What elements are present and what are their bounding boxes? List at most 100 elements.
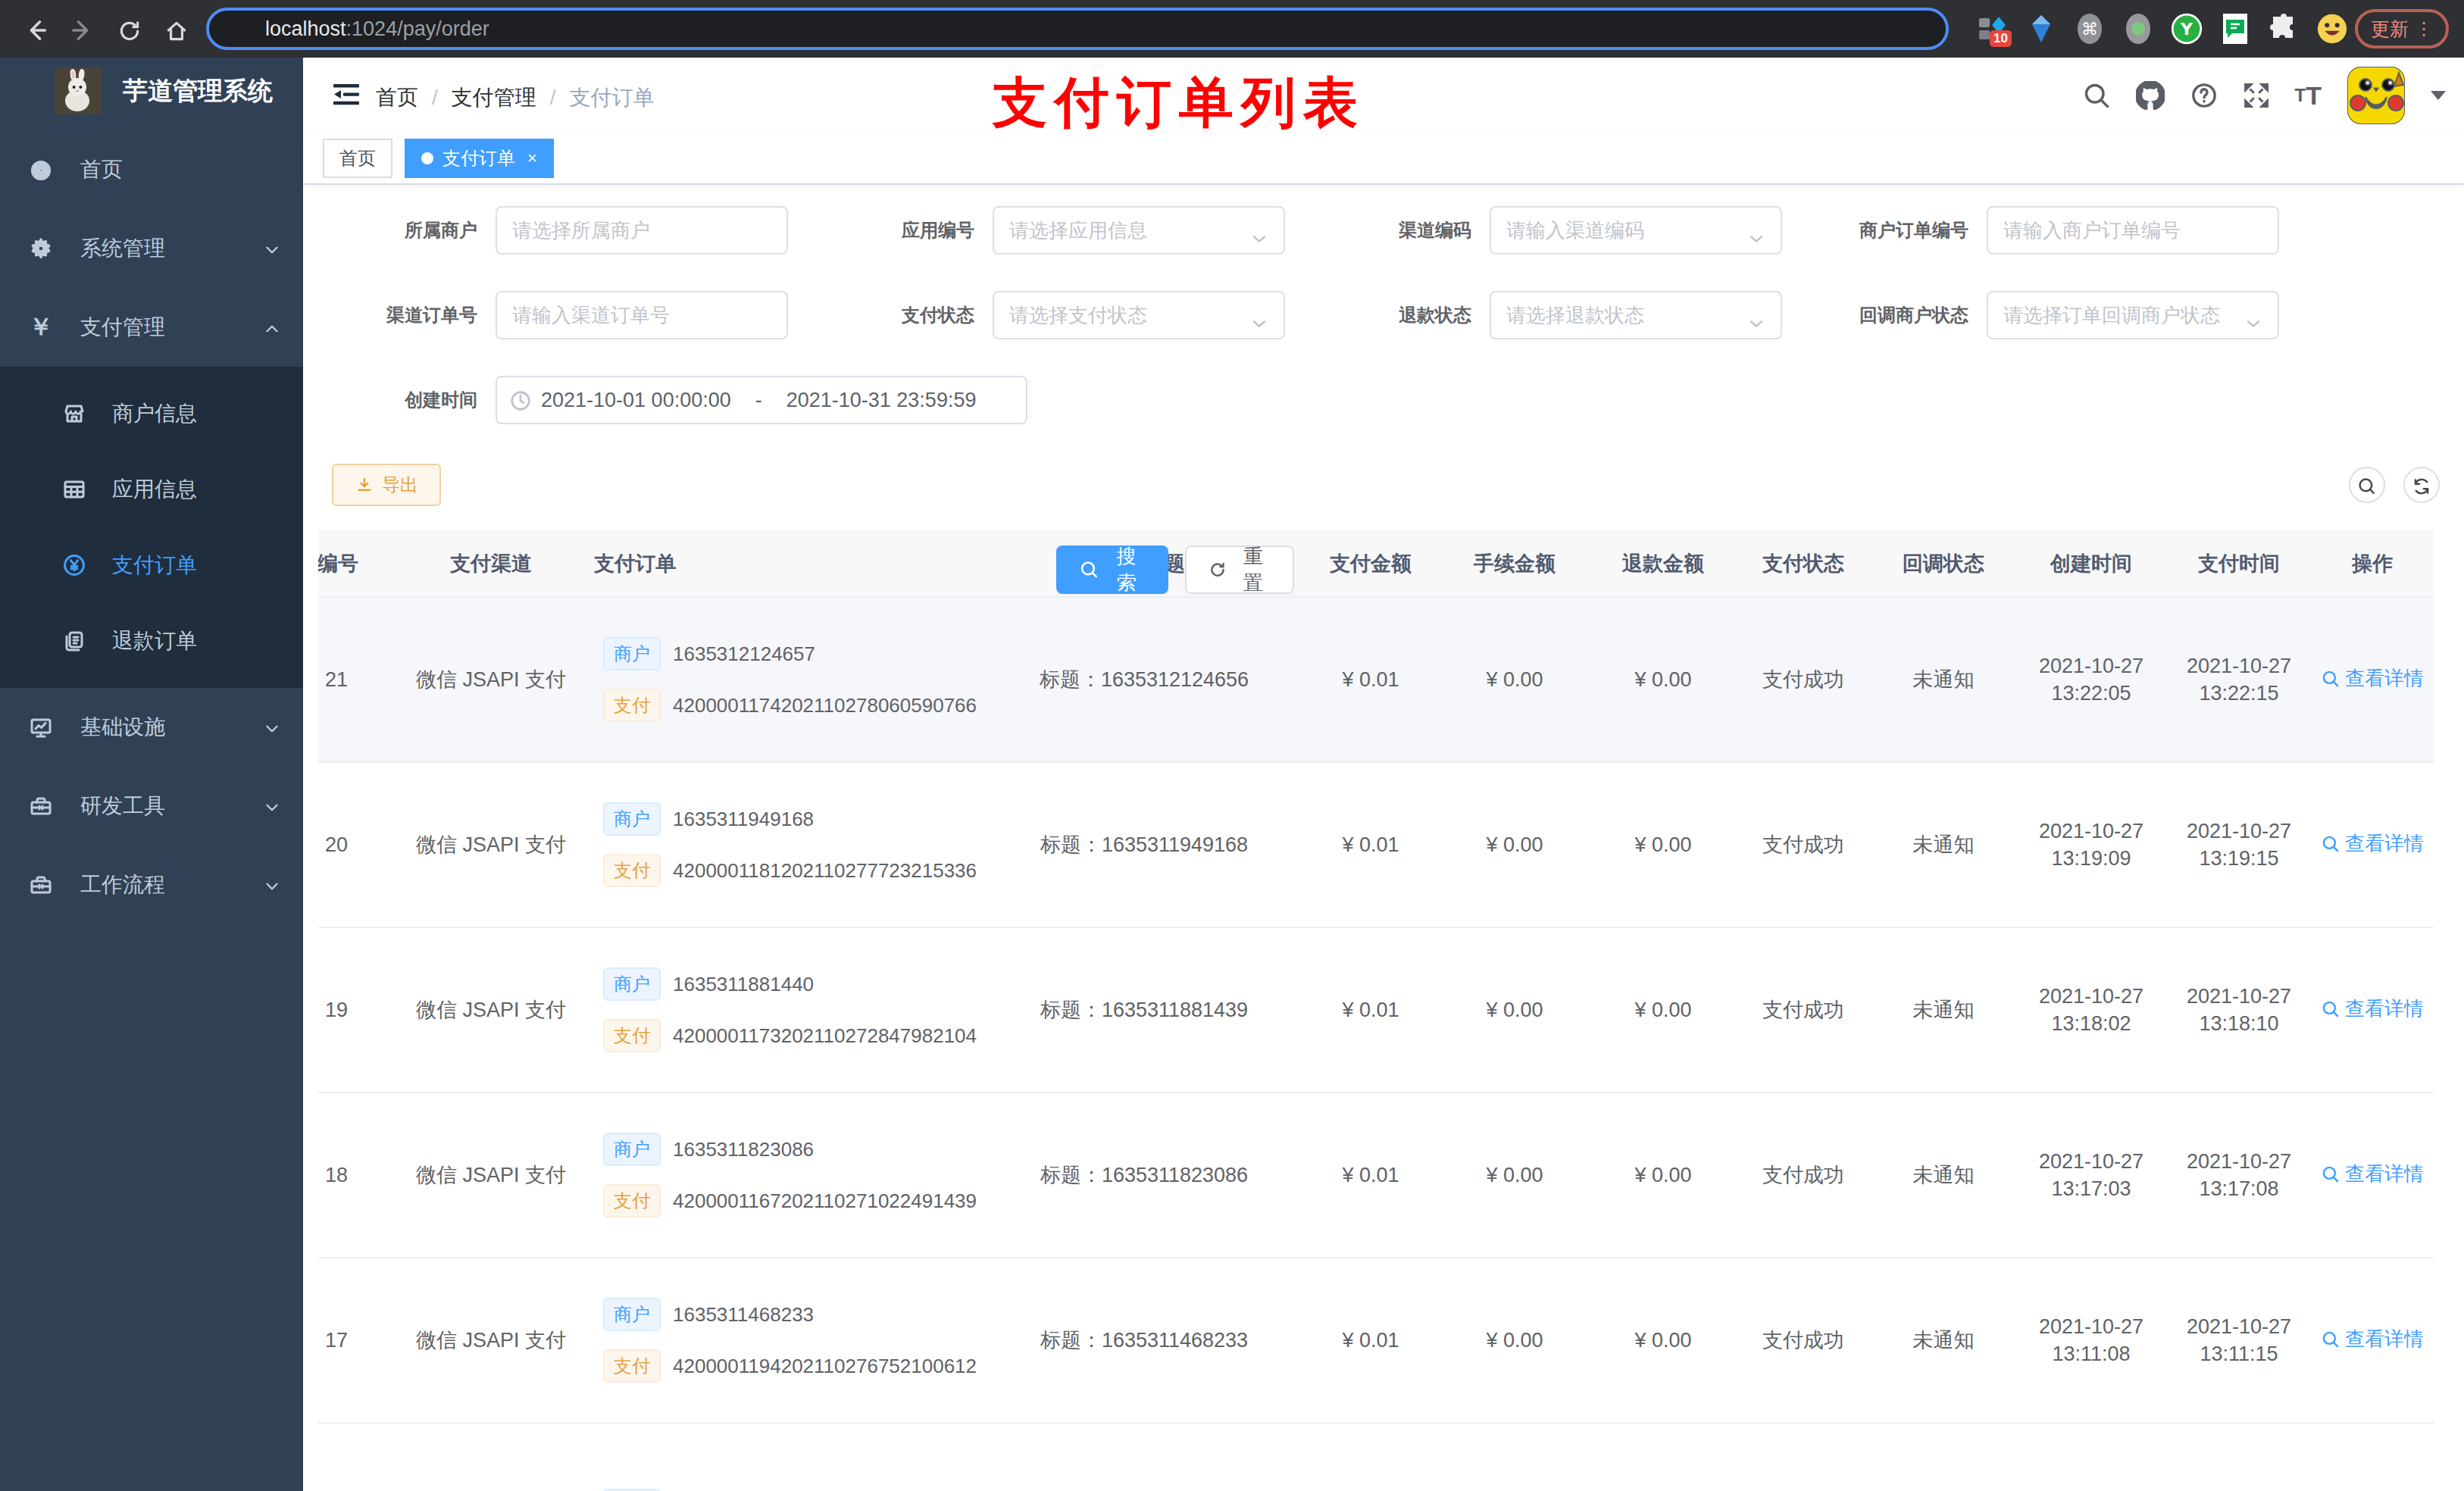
filter-select[interactable]: 请选择应用信息 [993, 206, 1285, 255]
share-icon[interactable] [1855, 15, 1879, 43]
update-label: 更新 [2371, 17, 2409, 42]
breadcrumb-item[interactable]: 支付管理 [452, 86, 536, 109]
grid-icon [62, 477, 86, 502]
sidebar-item-首页[interactable]: 首页 [0, 130, 303, 209]
sidebar-item-支付订单[interactable]: 支付订单 [0, 527, 303, 603]
search-icon[interactable] [2083, 82, 2110, 109]
merchant-tag: 商户 [603, 967, 661, 1001]
extension-icon[interactable]: Y [2170, 12, 2203, 45]
chevron-down-icon[interactable] [2431, 91, 2446, 108]
view-detail-link[interactable]: 查看详情 [2321, 996, 2424, 1022]
sidebar-item-应用信息[interactable]: 应用信息 [0, 452, 303, 527]
placeholder-text: 请输入商户订单编号 [2003, 217, 2181, 244]
extension-icon[interactable] [2122, 12, 2155, 45]
column-header-支付订单: 支付订单 [594, 530, 985, 597]
tab-首页[interactable]: 首页 [323, 139, 392, 178]
cell-amount: ¥ 0.01 [1303, 1092, 1438, 1258]
site-info-icon[interactable] [227, 15, 250, 43]
filter-select[interactable]: 请输入渠道编码 [1490, 206, 1782, 255]
view-detail-link[interactable]: 查看详情 [2321, 1161, 2424, 1187]
help-icon[interactable] [2190, 82, 2218, 109]
filter-渠道编码: 渠道编码请输入渠道编码 [1297, 206, 1794, 255]
cell-id: 19 [318, 927, 388, 1092]
sidebar-item-系统管理[interactable]: 系统管理 [0, 209, 303, 288]
sidebar-item-基础设施[interactable]: 基础设施 [0, 688, 303, 767]
browser-home-icon[interactable] [153, 14, 200, 43]
sidebar-item-退款订单[interactable]: 退款订单 [0, 603, 303, 679]
bookmark-star-icon[interactable] [1903, 15, 1928, 43]
column-header-支付渠道: 支付渠道 [388, 530, 594, 597]
view-detail-link[interactable]: 查看详情 [2321, 830, 2424, 857]
merchant-tag: 商户 [603, 1133, 661, 1166]
column-header-支付状态: 支付状态 [1735, 530, 1871, 597]
export-button[interactable]: 导出 [332, 464, 441, 506]
pay-tag: 支付 [603, 1184, 661, 1217]
filter-select[interactable]: 请选择支付状态 [993, 291, 1285, 339]
app-title: 芋道管理系统 [123, 74, 273, 108]
sidebar-item-研发工具[interactable]: 研发工具 [0, 767, 303, 846]
filter-input[interactable]: 请输入渠道订单号 [496, 291, 788, 339]
refresh-button[interactable] [2403, 467, 2440, 503]
cell-status: 支付成功 [1735, 762, 1871, 927]
chevron-up-icon [262, 314, 282, 342]
extension-icon[interactable] [2315, 12, 2349, 45]
placeholder-text: 请选择退款状态 [1506, 302, 1644, 329]
hamburger-icon[interactable] [333, 83, 359, 112]
browser-reload-icon[interactable] [106, 14, 153, 43]
browser-forward-icon[interactable] [59, 14, 106, 44]
filter-input[interactable]: 请输入商户订单编号 [1987, 206, 2279, 255]
github-icon[interactable] [2136, 81, 2165, 110]
chevron-down-icon [262, 871, 282, 899]
filter-select[interactable]: 请选择订单回调商户状态 [1987, 291, 2279, 339]
browser-menu-icon[interactable]: ⋮ [2415, 18, 2433, 39]
tab-label: 首页 [339, 146, 376, 170]
tabs-bar: 首页 支付订单× [303, 133, 2464, 185]
extension-icon[interactable] [2219, 12, 2252, 45]
orders-table-wrap: 编号支付渠道支付订单商品标题支付金额手续金额退款金额支付状态回调状态创建时间支付… [318, 530, 2449, 1491]
filter-input[interactable]: 请选择所属商户 [496, 206, 788, 255]
order-number: 1635311949168 [673, 808, 814, 831]
extensions-puzzle-icon[interactable] [2267, 12, 2300, 45]
breadcrumb-item[interactable]: 首页 [376, 86, 418, 109]
filter-支付状态: 支付状态请选择支付状态 [800, 291, 1297, 339]
browser-update-button[interactable]: 更新 ⋮ [2355, 9, 2449, 48]
fullscreen-icon[interactable] [2244, 83, 2269, 108]
filter-商户订单编号: 商户订单编号请输入商户订单编号 [1794, 206, 2291, 255]
sidebar-submenu: 商户信息应用信息支付订单退款订单 [0, 367, 303, 688]
svg-text:Y: Y [2180, 20, 2194, 39]
pay-tag: 支付 [603, 854, 661, 887]
extension-icon[interactable]: 10 [1976, 12, 2009, 45]
order-number: 1635311881440 [673, 973, 814, 996]
cell-pay-time: 2021-10-2713:17:08 [2167, 1092, 2311, 1258]
extension-icon[interactable] [2025, 12, 2058, 45]
chevron-down-icon [262, 714, 282, 742]
date-range-input[interactable]: 2021-10-01 00:00:00-2021-10-31 23:59:59 [496, 376, 1027, 424]
browser-url-bar[interactable]: localhost:1024/pay/order [206, 8, 1949, 50]
font-size-icon[interactable]: TT [2295, 81, 2322, 111]
tab-支付订单[interactable]: 支付订单× [405, 139, 554, 178]
sidebar-item-label: 工作流程 [80, 871, 165, 899]
hide-search-button[interactable] [2349, 467, 2385, 503]
sidebar-item-label: 支付管理 [80, 313, 165, 342]
sidebar-item-工作流程[interactable]: 工作流程 [0, 846, 303, 924]
table-row: 19微信 JSAPI 支付商户1635311881440支付4200001173… [318, 927, 2434, 1092]
view-detail-link[interactable]: 查看详情 [2321, 665, 2424, 692]
extension-icon[interactable]: ⌘ [2073, 12, 2106, 45]
sidebar-item-商户信息[interactable]: 商户信息 [0, 376, 303, 452]
sidebar-item-支付管理[interactable]: ￥支付管理 [0, 288, 303, 367]
cell-amount: ¥ 0.01 [1303, 927, 1438, 1092]
cell-order-numbers: 商户1635311468233支付42000011942021102767521… [594, 1258, 985, 1423]
close-icon[interactable]: × [527, 148, 537, 168]
reset-button[interactable]: 重置 [1185, 545, 1294, 594]
view-detail-link[interactable]: 查看详情 [2321, 1326, 2424, 1352]
filter-form: 所属商户请选择所属商户应用编号请选择应用信息渠道编码请输入渠道编码商户订单编号请… [303, 185, 2464, 424]
cell-pay-time: 2021-10-2713:19:15 [2167, 762, 2311, 927]
avatar[interactable] [2347, 67, 2405, 124]
cell-id: 21 [318, 597, 388, 762]
browser-back-icon[interactable] [12, 14, 59, 44]
filter-select[interactable]: 请选择退款状态 [1490, 291, 1782, 339]
placeholder-text: 请选择支付状态 [1009, 302, 1147, 329]
cell-fee: ¥ 0.00 [1438, 597, 1591, 762]
search-button[interactable]: 搜索 [1056, 545, 1168, 594]
sidebar-logo[interactable]: 芋道管理系统 [0, 58, 303, 124]
